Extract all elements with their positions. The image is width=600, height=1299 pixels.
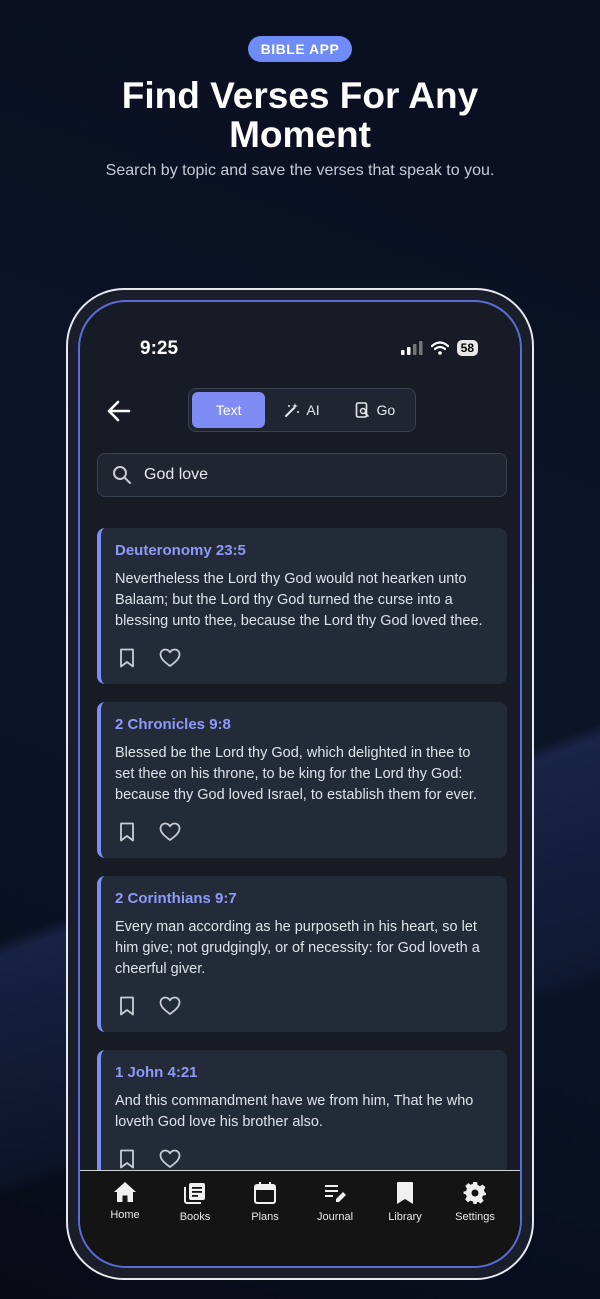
tab-label: Home xyxy=(110,1209,140,1221)
wifi-icon xyxy=(430,341,449,355)
magic-wand-icon xyxy=(285,403,300,417)
search-mode-switch: Text AI Go xyxy=(188,388,416,432)
tab-library[interactable]: Library xyxy=(370,1171,440,1266)
tab-label: Settings xyxy=(455,1211,495,1223)
verse-reference[interactable]: 2 Chronicles 9:8 xyxy=(115,716,493,733)
verse-reference[interactable]: Deuteronomy 23:5 xyxy=(115,542,493,559)
books-icon xyxy=(184,1183,205,1204)
verse-actions xyxy=(115,646,493,670)
tab-journal[interactable]: Journal xyxy=(300,1171,370,1266)
verse-card[interactable]: 1 John 4:21 And this commandment have we… xyxy=(97,1050,507,1185)
status-icons: 58 xyxy=(400,340,478,356)
search-input[interactable]: God love xyxy=(97,453,507,497)
verse-actions xyxy=(115,994,493,1018)
mode-text-tab[interactable]: Text xyxy=(192,392,266,428)
bottom-tab-bar: Home Books Plans Journal Library Setting… xyxy=(80,1170,520,1266)
book-search-icon xyxy=(356,402,370,418)
back-arrow-icon[interactable] xyxy=(106,398,132,424)
mode-ai-label: AI xyxy=(306,402,320,418)
phone-screen: 9:25 58 Text AI Go God love Deuteronomy … xyxy=(78,300,522,1268)
signal-icon xyxy=(400,341,423,355)
verse-text: Nevertheless the Lord thy God would not … xyxy=(115,571,483,629)
top-bar: Text AI Go xyxy=(80,388,520,434)
bookmark-icon xyxy=(397,1182,413,1204)
results-list: Deuteronomy 23:5 Nevertheless the Lord t… xyxy=(97,528,507,1203)
tab-label: Library xyxy=(388,1211,422,1223)
verse-card[interactable]: 2 Corinthians 9:7 Every man according as… xyxy=(97,876,507,1032)
bookmark-icon[interactable] xyxy=(119,648,135,668)
status-bar: 9:25 58 xyxy=(80,338,520,362)
verse-text: And this commandment have we from him, T… xyxy=(115,1093,474,1130)
verse-reference[interactable]: 2 Corinthians 9:7 xyxy=(115,890,493,907)
battery-indicator: 58 xyxy=(456,340,478,356)
tab-home[interactable]: Home xyxy=(90,1171,160,1266)
mode-text-label: Text xyxy=(215,402,242,418)
home-icon xyxy=(114,1182,136,1202)
heart-icon[interactable] xyxy=(159,996,181,1016)
calendar-icon xyxy=(254,1182,276,1204)
tab-plans[interactable]: Plans xyxy=(230,1171,300,1266)
bookmark-icon[interactable] xyxy=(119,1149,135,1169)
heart-icon[interactable] xyxy=(159,648,181,668)
verse-reference[interactable]: 1 John 4:21 xyxy=(115,1064,493,1081)
verse-actions xyxy=(115,820,493,844)
search-icon xyxy=(113,466,131,484)
mode-go-tab[interactable]: Go xyxy=(339,392,412,428)
bookmark-icon[interactable] xyxy=(119,822,135,842)
app-badge: BIBLE APP xyxy=(247,36,353,62)
promo-headline: Find Verses For Any Moment xyxy=(121,75,479,155)
status-time: 9:25 xyxy=(140,338,179,359)
promo-subline: Search by topic and save the verses that… xyxy=(105,162,495,179)
gear-icon xyxy=(463,1182,486,1204)
journal-edit-icon xyxy=(325,1185,346,1202)
tab-label: Plans xyxy=(251,1211,279,1223)
mode-go-label: Go xyxy=(376,402,396,418)
verse-card[interactable]: Deuteronomy 23:5 Nevertheless the Lord t… xyxy=(97,528,507,684)
tab-books[interactable]: Books xyxy=(160,1171,230,1266)
phone-frame: 9:25 58 Text AI Go God love Deuteronomy … xyxy=(66,288,534,1280)
verse-actions xyxy=(115,1147,493,1171)
tab-label: Journal xyxy=(316,1211,354,1223)
verse-text: Every man according as he purposeth in h… xyxy=(115,919,480,977)
verse-text: Blessed be the Lord thy God, which delig… xyxy=(115,745,477,803)
mode-ai-tab[interactable]: AI xyxy=(265,392,338,428)
tab-label: Books xyxy=(179,1211,211,1223)
promo-header: BIBLE APP Find Verses For Any Moment Sea… xyxy=(0,0,600,180)
heart-icon[interactable] xyxy=(159,1149,181,1169)
bookmark-icon[interactable] xyxy=(119,996,135,1016)
heart-icon[interactable] xyxy=(159,822,181,842)
tab-settings[interactable]: Settings xyxy=(440,1171,510,1266)
search-query[interactable]: God love xyxy=(144,466,208,484)
verse-card[interactable]: 2 Chronicles 9:8 Blessed be the Lord thy… xyxy=(97,702,507,858)
